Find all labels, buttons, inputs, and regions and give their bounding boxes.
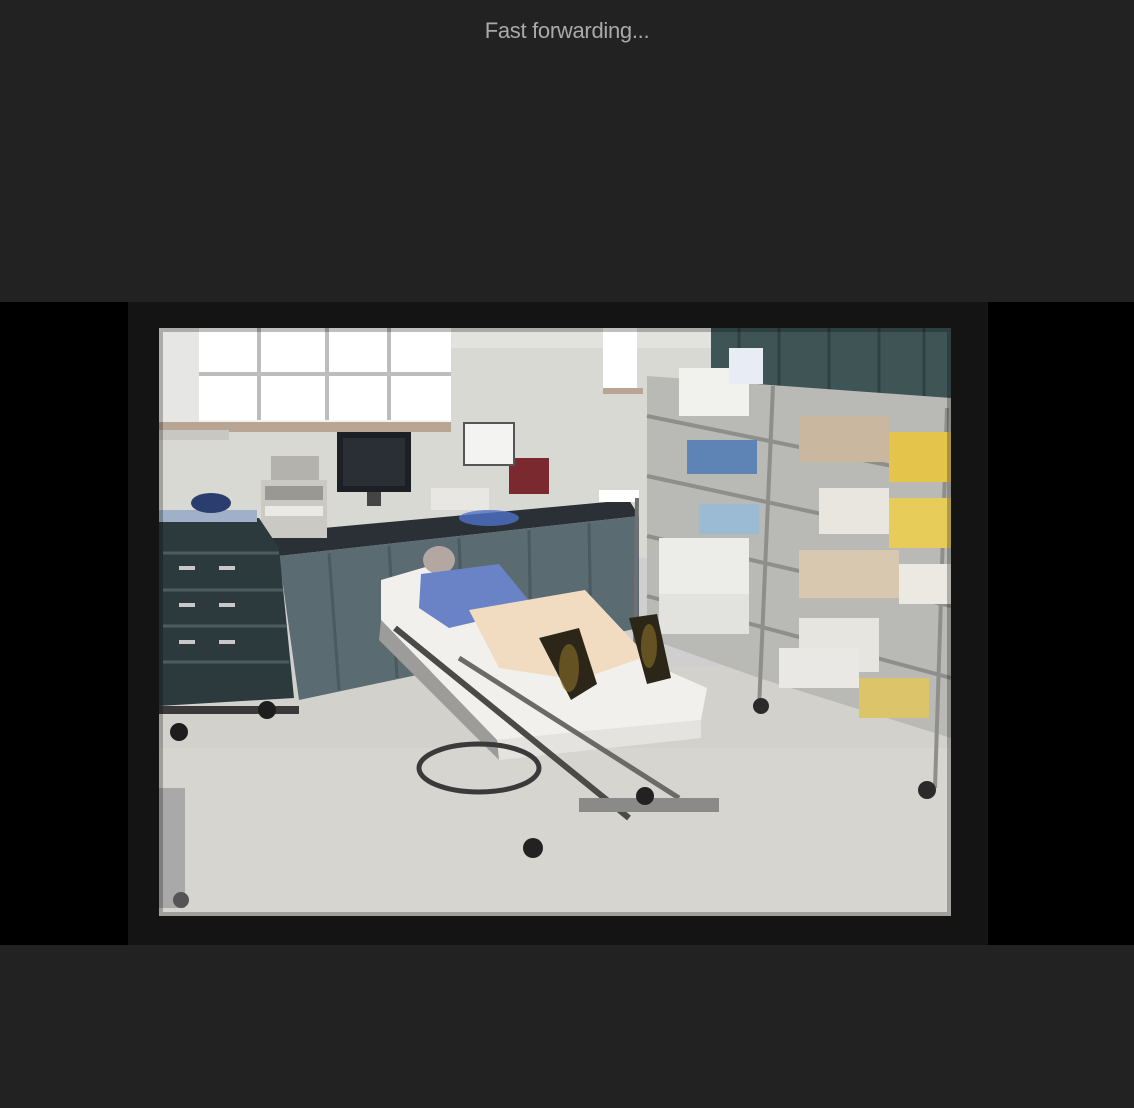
video-area[interactable]: [0, 302, 1134, 945]
playback-status-text: Fast forwarding...: [484, 18, 650, 43]
video-player: Fast forwarding...: [0, 0, 1134, 1108]
video-frame-image: [159, 328, 951, 916]
video-frame: [128, 302, 988, 945]
